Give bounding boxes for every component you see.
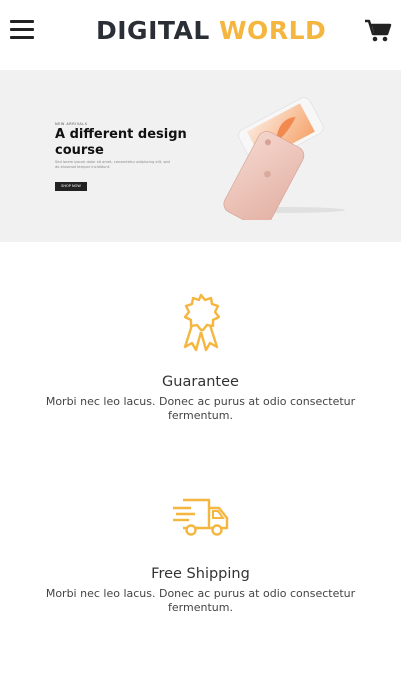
shop-now-button[interactable]: SHOP NOW (55, 182, 87, 191)
site-logo[interactable]: DIGITAL WORLD (96, 16, 326, 48)
feature-guarantee: Guarantee Morbi nec leo lacus. Donec ac … (0, 292, 401, 423)
logo-text-world: WORLD (218, 16, 327, 45)
feature-title: Free Shipping (151, 566, 250, 582)
feature-text: Morbi nec leo lacus. Donec ac purus at o… (45, 587, 356, 614)
award-ribbon-icon (183, 293, 220, 352)
feature-text: Morbi nec leo lacus. Donec ac purus at o… (45, 395, 356, 422)
logo-text-digital: DIGITAL (96, 16, 219, 45)
banner-description: Sed lorem ipsum dolor sit amet, consecte… (55, 160, 170, 169)
banner-kicker: NEW ARRIVALS (55, 122, 88, 126)
banner-headline: A different design course (55, 127, 187, 158)
hamburger-menu-icon[interactable] (10, 20, 34, 40)
shopping-cart-icon[interactable] (364, 18, 392, 44)
site-header: DIGITAL WORLD (0, 0, 401, 70)
delivery-truck-icon (172, 498, 228, 536)
iphone-product-image (223, 97, 345, 220)
feature-title: Guarantee (162, 374, 239, 390)
hero-banner[interactable]: NEW ARRIVALS A different design course S… (0, 70, 401, 242)
feature-free-shipping: Free Shipping Morbi nec leo lacus. Donec… (0, 494, 401, 615)
